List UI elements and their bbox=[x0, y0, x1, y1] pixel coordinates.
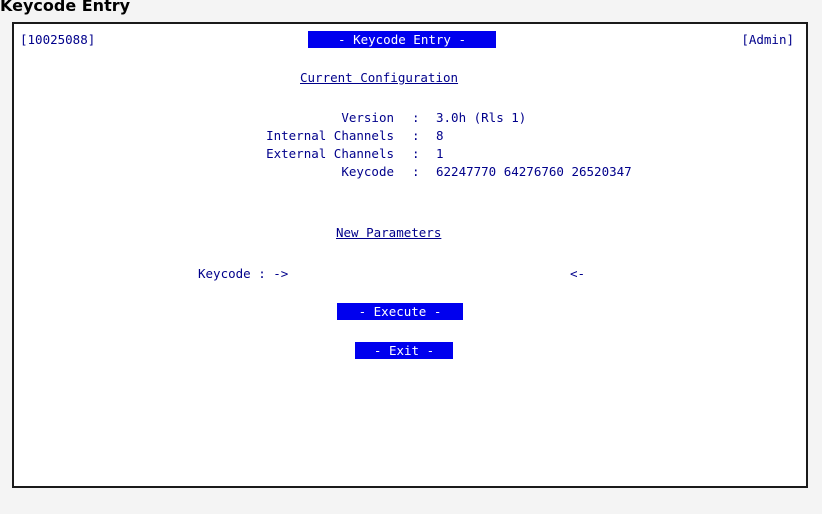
config-value: 3.0h (Rls 1) bbox=[436, 110, 527, 125]
bottom-strip bbox=[0, 490, 822, 514]
config-separator: : bbox=[412, 110, 420, 125]
keycode-input-field[interactable] bbox=[304, 266, 556, 282]
config-value: 8 bbox=[436, 128, 444, 143]
keycode-input-end-marker: <- bbox=[570, 266, 586, 281]
page-caption: Keycode Entry bbox=[0, 0, 131, 15]
execute-button[interactable]: - Execute - bbox=[337, 303, 463, 320]
config-value: 62247770 64276760 26520347 bbox=[436, 164, 632, 179]
config-label: Internal Channels bbox=[266, 128, 394, 143]
config-label: External Channels bbox=[266, 146, 394, 161]
current-config-heading: Current Configuration bbox=[300, 70, 459, 85]
keycode-input-label: Keycode : -> bbox=[198, 266, 289, 281]
screen-title: - Keycode Entry - bbox=[308, 31, 496, 48]
serial-number: [10025088] bbox=[20, 32, 96, 47]
terminal-screen: [10025088] - Keycode Entry - [Admin] Cur… bbox=[12, 22, 808, 488]
config-value: 1 bbox=[436, 146, 444, 161]
config-separator: : bbox=[412, 128, 420, 143]
config-separator: : bbox=[412, 164, 420, 179]
config-label: Keycode bbox=[341, 164, 394, 179]
config-label: Version bbox=[341, 110, 394, 125]
new-params-heading: New Parameters bbox=[336, 225, 442, 240]
exit-button[interactable]: - Exit - bbox=[355, 342, 453, 359]
config-separator: : bbox=[412, 146, 420, 161]
user-role: [Admin] bbox=[741, 32, 794, 47]
